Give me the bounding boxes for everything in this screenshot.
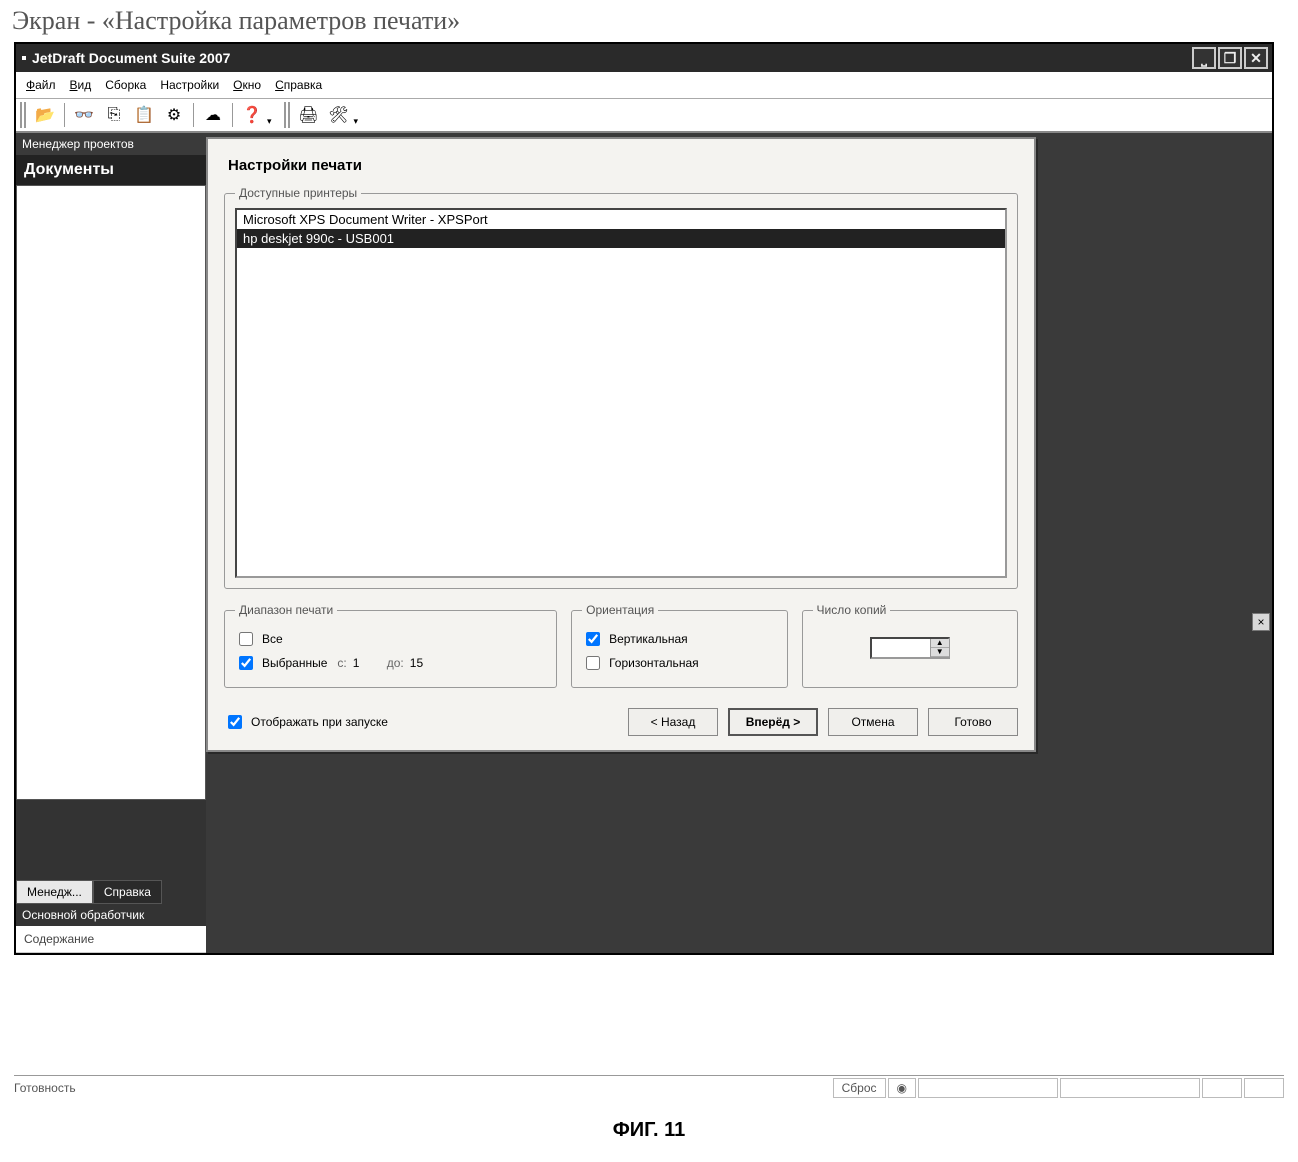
toolbar-help-icon[interactable]: ❓	[239, 102, 265, 128]
toolbar-gear-icon[interactable]: ⚙	[161, 102, 187, 128]
status-indicator-icon: ◉	[888, 1078, 916, 1098]
copies-fieldset: Число копий ▲ ▼	[802, 603, 1018, 688]
show-on-start-checkbox[interactable]: Отображать при запуске	[224, 712, 388, 732]
range-from-value[interactable]: 1	[353, 656, 381, 670]
content-label: Содержание	[16, 926, 206, 953]
range-all-label: Все	[262, 632, 283, 646]
toolbar-copy-icon[interactable]: ⎘	[101, 102, 127, 128]
client-area: Менеджер проектов Документы Менедж... Сп…	[16, 133, 1272, 953]
menu-file[interactable]: Файл	[26, 78, 56, 92]
tab-help[interactable]: Справка	[93, 880, 162, 904]
copies-spinner[interactable]: ▲ ▼	[870, 637, 950, 659]
panel-close-button[interactable]: ×	[1252, 613, 1270, 631]
orientation-vertical-input[interactable]	[586, 632, 600, 646]
range-selected-input[interactable]	[239, 656, 253, 670]
sidebar-tabs: Менедж... Справка	[16, 880, 206, 904]
spin-down-button[interactable]: ▼	[931, 648, 949, 657]
printer-item[interactable]: hp deskjet 990c - USB001	[237, 229, 1005, 248]
range-to-value[interactable]: 15	[410, 656, 438, 670]
options-row: Диапазон печати Все Выбранные с: 1 до:	[224, 603, 1018, 688]
orientation-vertical-checkbox[interactable]: Вертикальная	[582, 629, 776, 649]
menu-view[interactable]: Вид	[70, 78, 92, 92]
separator	[232, 103, 233, 127]
next-button[interactable]: Вперёд >	[728, 708, 818, 736]
sidebar-spacer	[16, 800, 206, 880]
menu-window[interactable]: Окно	[233, 78, 261, 92]
print-range-legend: Диапазон печати	[235, 603, 337, 617]
menu-help[interactable]: Справка	[275, 78, 322, 92]
close-button[interactable]: ✕	[1244, 47, 1268, 69]
toolbar-grip[interactable]	[20, 102, 26, 128]
range-selected-label: Выбранные	[262, 656, 327, 670]
mdi-area: × Настройки печати Доступные принтеры Mi…	[206, 133, 1272, 953]
orientation-fieldset: Ориентация Вертикальная Горизонтальная	[571, 603, 787, 688]
status-cell	[1244, 1078, 1284, 1098]
dialog-button-row: Отображать при запуске < Назад Вперёд > …	[224, 708, 1018, 736]
main-processor-title: Основной обработчик	[16, 904, 206, 926]
titlebar: JetDraft Document Suite 2007 ⎵ ❐ ✕	[16, 44, 1272, 72]
copies-input[interactable]	[872, 639, 930, 657]
menu-build[interactable]: Сборка	[105, 78, 146, 92]
toolbar-glasses-icon[interactable]: 👓	[71, 102, 97, 128]
printers-legend: Доступные принтеры	[235, 186, 361, 200]
range-selected-checkbox[interactable]: Выбранные с: 1 до: 15	[235, 653, 546, 673]
menu-settings[interactable]: Настройки	[160, 78, 219, 92]
window-title: JetDraft Document Suite 2007	[32, 50, 1192, 66]
tab-manager[interactable]: Менедж...	[16, 880, 93, 904]
minimize-button[interactable]: ⎵	[1192, 47, 1216, 69]
toolbar-grip[interactable]	[284, 102, 290, 128]
status-ready: Готовность	[14, 1081, 76, 1095]
toolbar-print-icon[interactable]: 🖨	[296, 102, 322, 128]
app-icon	[22, 56, 26, 60]
printer-item[interactable]: Microsoft XPS Document Writer - XPSPort	[237, 210, 1005, 229]
maximize-button[interactable]: ❐	[1218, 47, 1242, 69]
orientation-horizontal-label: Горизонтальная	[609, 656, 699, 670]
toolbar-cloud-icon[interactable]: ☁	[200, 102, 226, 128]
show-on-start-label: Отображать при запуске	[251, 715, 388, 729]
orientation-vertical-label: Вертикальная	[609, 632, 688, 646]
toolbar-paste-icon[interactable]: 📋	[131, 102, 157, 128]
range-to-label: до:	[387, 656, 404, 670]
show-on-start-input[interactable]	[228, 715, 242, 729]
orientation-horizontal-input[interactable]	[586, 656, 600, 670]
separator	[64, 103, 65, 127]
documents-tree[interactable]	[16, 185, 206, 800]
project-manager-title: Менеджер проектов	[16, 133, 206, 155]
app-window: JetDraft Document Suite 2007 ⎵ ❐ ✕ Файл …	[14, 42, 1274, 955]
status-cell	[1202, 1078, 1242, 1098]
documents-heading: Документы	[16, 155, 206, 185]
orientation-horizontal-checkbox[interactable]: Горизонтальная	[582, 653, 776, 673]
finish-button[interactable]: Готово	[928, 708, 1018, 736]
cancel-button[interactable]: Отмена	[828, 708, 918, 736]
print-range-fieldset: Диапазон печати Все Выбранные с: 1 до:	[224, 603, 557, 688]
statusbar: Готовность Сброс ◉	[14, 1075, 1284, 1099]
dialog-title: Настройки печати	[228, 157, 1018, 174]
range-all-input[interactable]	[239, 632, 253, 646]
dropdown-indicator-icon[interactable]: ▾	[354, 116, 359, 127]
toolbar: 📂 👓 ⎘ 📋 ⚙ ☁ ❓ ▾ 🖨 🛠 ▾	[16, 99, 1272, 133]
back-button[interactable]: < Назад	[628, 708, 718, 736]
print-settings-dialog: Настройки печати Доступные принтеры Micr…	[206, 137, 1036, 752]
menubar: Файл Вид Сборка Настройки Окно Справка	[16, 72, 1272, 99]
range-all-checkbox[interactable]: Все	[235, 629, 546, 649]
separator	[193, 103, 194, 127]
toolbar-open-icon[interactable]: 📂	[32, 102, 58, 128]
status-cell	[918, 1078, 1058, 1098]
range-from-label: с:	[337, 656, 346, 670]
page-caption: Экран - «Настройка параметров печати»	[0, 0, 1298, 42]
orientation-legend: Ориентация	[582, 603, 658, 617]
sidebar: Менеджер проектов Документы Менедж... Сп…	[16, 133, 206, 953]
status-reset-button[interactable]: Сброс	[833, 1078, 886, 1098]
copies-legend: Число копий	[813, 603, 891, 617]
status-cell	[1060, 1078, 1200, 1098]
printers-fieldset: Доступные принтеры Microsoft XPS Documen…	[224, 186, 1018, 589]
dropdown-indicator-icon[interactable]: ▾	[267, 116, 272, 127]
toolbar-tools-icon[interactable]: 🛠	[326, 102, 352, 128]
figure-label: ФИГ. 11	[0, 1119, 1298, 1142]
printer-list[interactable]: Microsoft XPS Document Writer - XPSPort …	[235, 208, 1007, 578]
